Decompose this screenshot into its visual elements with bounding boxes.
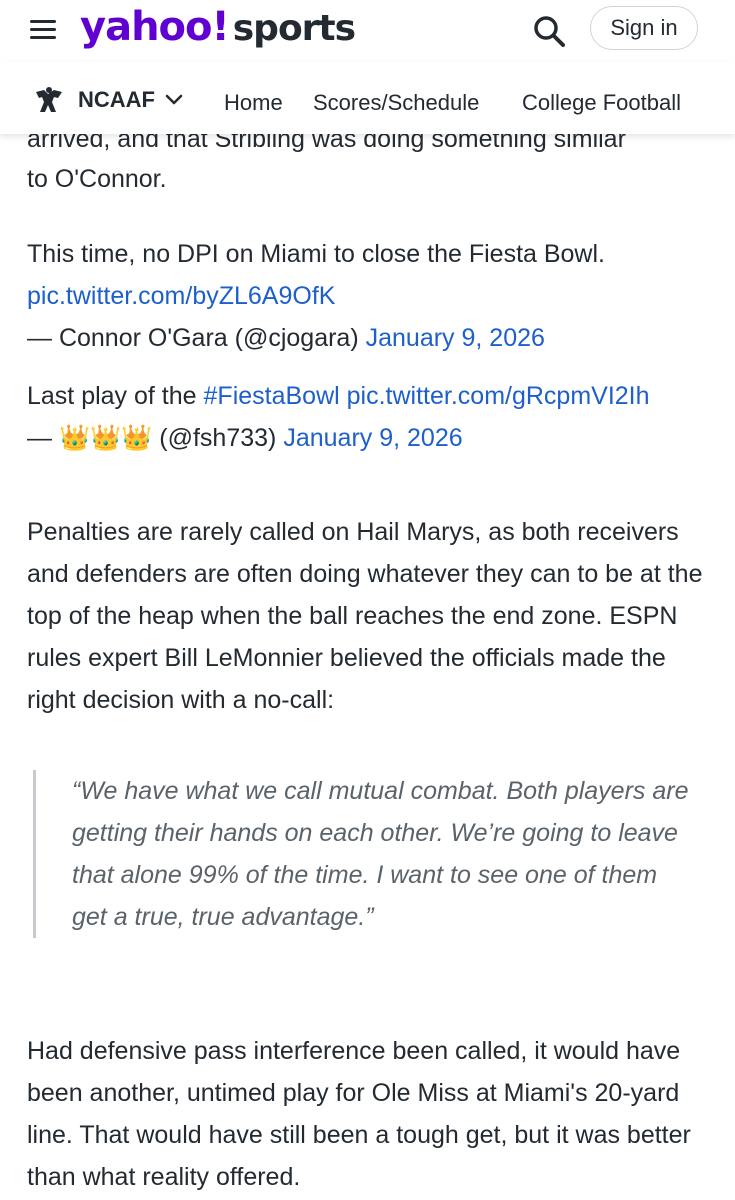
ncaaf-football-player-icon <box>34 86 64 116</box>
yahoo-sports-logo[interactable]: yahoo! sports <box>80 4 356 56</box>
quote-text: “We have what we call mutual combat. Bot… <box>72 777 689 931</box>
hamburger-menu-icon[interactable] <box>30 18 58 42</box>
article-paragraph: Penalties are rarely called on Hail Mary… <box>27 518 703 714</box>
tweet-date-link[interactable]: January 9, 2026 <box>366 324 545 352</box>
chevron-down-icon <box>165 94 183 105</box>
tweet-text: Last play of the <box>27 382 197 410</box>
section-nav: NCAAF Home Scores/Schedule College Footb… <box>0 62 735 134</box>
tweet-text: This time, no DPI on Miami to close the … <box>27 240 605 268</box>
tweet-date-link[interactable]: January 9, 2026 <box>283 424 462 452</box>
yahoo-wordmark: yahoo! <box>80 4 230 50</box>
sports-wordmark: sports <box>232 8 356 49</box>
article-text: to O'Connor. <box>27 165 167 193</box>
section-label: NCAAF <box>78 87 155 112</box>
blockquote: “We have what we call mutual combat. Bot… <box>33 770 692 938</box>
hashtag-link[interactable]: #FiestaBowl <box>204 382 340 410</box>
nav-link-scores-schedule[interactable]: Scores/Schedule <box>313 90 479 116</box>
nav-link-home[interactable]: Home <box>224 90 283 116</box>
nav-link-college-football[interactable]: College Football <box>522 90 681 116</box>
tweet-media-link[interactable]: pic.twitter.com/byZL6A9OfK <box>27 282 335 310</box>
tweet-media-link[interactable]: pic.twitter.com/gRcpmVI2Ih <box>347 382 650 410</box>
tweet-author: — 👑👑👑 (@fsh733) <box>27 424 277 452</box>
ncaaf-section-dropdown[interactable]: NCAAF <box>78 87 183 113</box>
top-header: yahoo! sports Sign in <box>0 0 735 62</box>
search-icon[interactable] <box>532 14 566 48</box>
article-paragraph: Had defensive pass interference been cal… <box>27 1037 691 1191</box>
tweet-author: — Connor O'Gara (@cjogara) <box>27 324 359 352</box>
sign-in-button[interactable]: Sign in <box>590 6 698 50</box>
page: arrived, and that Stribling was doing so… <box>0 0 735 1200</box>
embedded-tweet: Last play of the #FiestaBowl pic.twitter… <box>27 375 717 459</box>
embedded-tweet: This time, no DPI on Miami to close the … <box>27 233 717 359</box>
